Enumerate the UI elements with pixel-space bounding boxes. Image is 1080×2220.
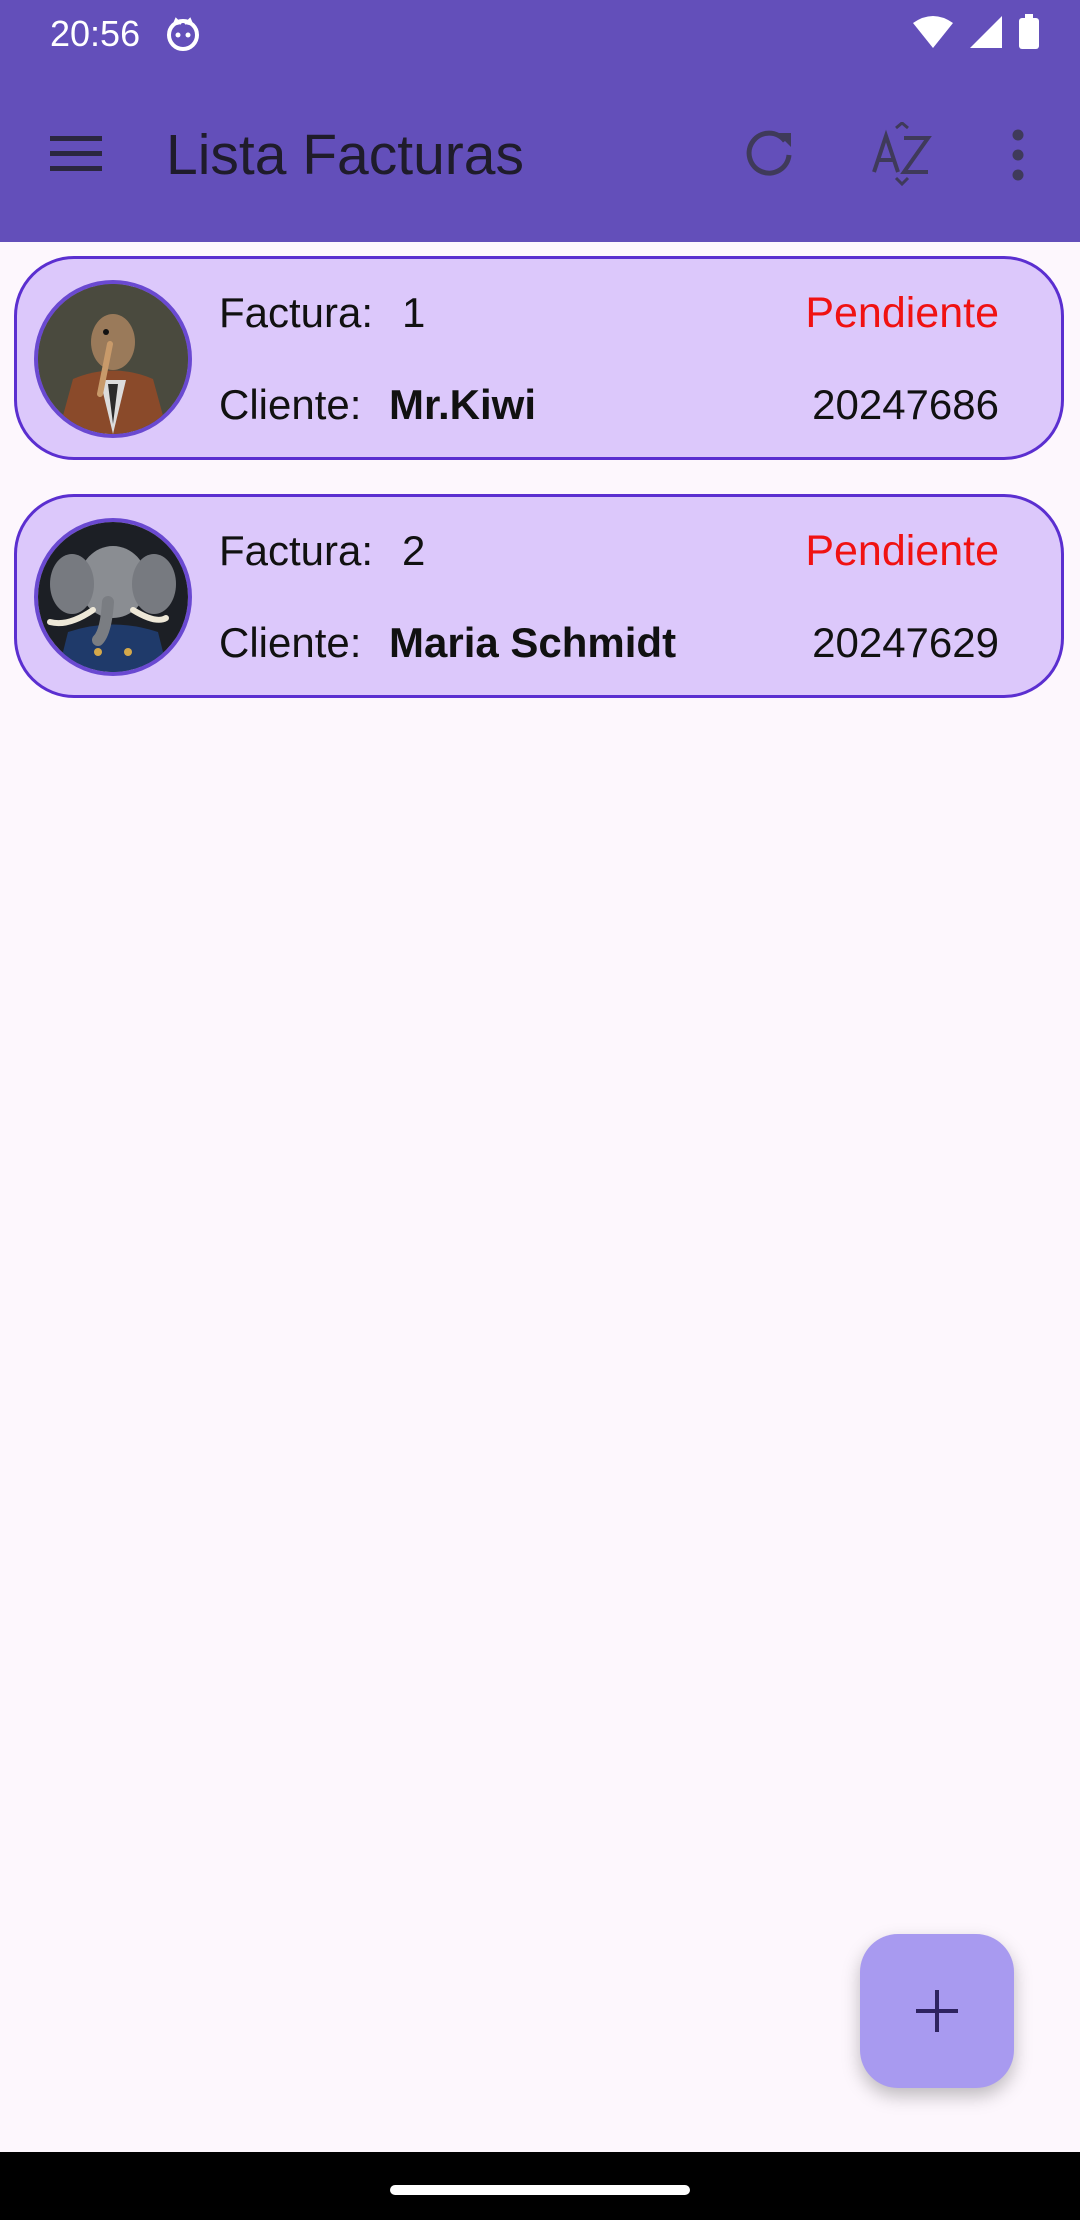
client-name: Maria Schmidt [389,619,677,666]
invoice-number: 2 [402,527,426,574]
kiwi-portrait-avatar [34,280,192,438]
more-vert-icon[interactable] [1005,128,1031,182]
status-icons [912,12,1040,52]
battery-icon [1019,14,1039,49]
invoice-number: 1 [402,289,426,336]
status-time: 20:56 [50,13,141,54]
invoice-date: 20247686 [812,381,999,428]
signal-icon [970,16,1002,48]
invoice-card[interactable]: Factura: 2 Cliente: Maria Schmidt Pendie… [14,494,1064,698]
menu-icon[interactable] [48,130,104,178]
status-badge: Pendiente [805,289,999,337]
invoice-label: Factura: [219,527,374,574]
client-label: Cliente: [219,619,362,666]
plus-icon [916,1990,958,2032]
invoice-label: Factura: [219,289,374,336]
invoice-card[interactable]: Factura: 1 Cliente: Mr.Kiwi Pendiente 20… [14,256,1064,460]
refresh-icon[interactable] [741,125,797,181]
home-gesture-handle[interactable] [390,2185,690,2195]
add-invoice-button[interactable] [860,1934,1014,2088]
client-name: Mr.Kiwi [389,381,537,428]
client-label: Cliente: [219,381,362,428]
sort-az-icon[interactable] [870,122,934,186]
app-bar: 20:56 Lista Facturas [0,0,1080,242]
status-badge: Pendiente [805,527,999,575]
invoice-date: 20247629 [812,619,999,666]
cat-notification-icon [167,17,199,51]
wifi-icon [913,16,953,48]
page-title: Lista Facturas [166,123,524,187]
elephant-portrait-avatar [34,518,192,676]
